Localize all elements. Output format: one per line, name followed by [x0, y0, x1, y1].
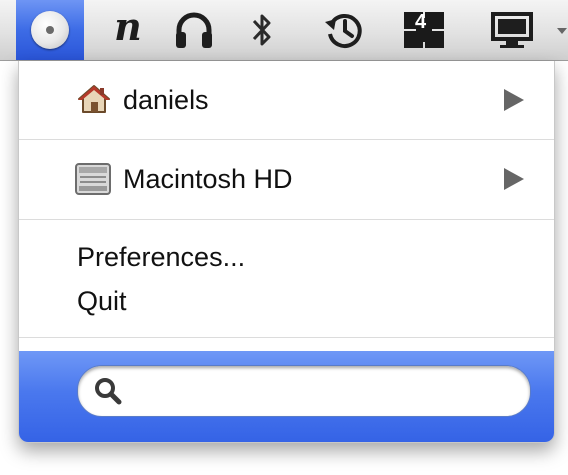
spaces-menu-extra[interactable]: 4	[396, 0, 452, 60]
headphones-menu-extra[interactable]	[166, 0, 222, 60]
hard-drive-icon	[75, 163, 111, 195]
time-machine-menu-extra[interactable]	[314, 0, 374, 60]
submenu-arrow-icon	[504, 89, 524, 111]
n-icon: n	[114, 4, 142, 49]
search-field[interactable]	[77, 365, 531, 417]
overflow-indicator	[557, 28, 567, 34]
menu-item-label: Macintosh HD	[123, 163, 293, 194]
magnifier-icon	[95, 378, 122, 405]
bluetooth-menu-extra[interactable]	[236, 0, 288, 60]
menu-separator	[19, 337, 554, 338]
search-bar	[19, 351, 554, 442]
home-icon	[78, 85, 110, 113]
dropdown-menu: daniels Macintosh HD Preferences... Quit	[18, 61, 555, 443]
menu-item-label: daniels	[123, 84, 209, 115]
n-menu-extra[interactable]: n	[100, 0, 156, 60]
bluetooth-icon	[252, 14, 271, 46]
disc-menu-extra[interactable]	[16, 0, 84, 60]
headphones-icon	[176, 12, 212, 48]
menu-item-quit[interactable]: Quit	[77, 286, 127, 317]
submenu-arrow-icon	[504, 168, 524, 190]
display-icon	[491, 12, 533, 48]
menu-item-macintosh-hd[interactable]: Macintosh HD	[19, 150, 554, 208]
menu-bar: n 4	[0, 0, 568, 61]
menu-separator	[19, 139, 554, 140]
display-menu-extra[interactable]	[484, 0, 540, 60]
menu-item-preferences[interactable]: Preferences...	[77, 242, 245, 273]
menu-item-daniels[interactable]: daniels	[19, 71, 554, 129]
disc-icon	[31, 11, 69, 49]
menu-separator	[19, 219, 554, 220]
search-input[interactable]	[128, 374, 522, 410]
time-machine-icon	[325, 14, 362, 48]
spaces-badge: 4	[415, 11, 427, 33]
